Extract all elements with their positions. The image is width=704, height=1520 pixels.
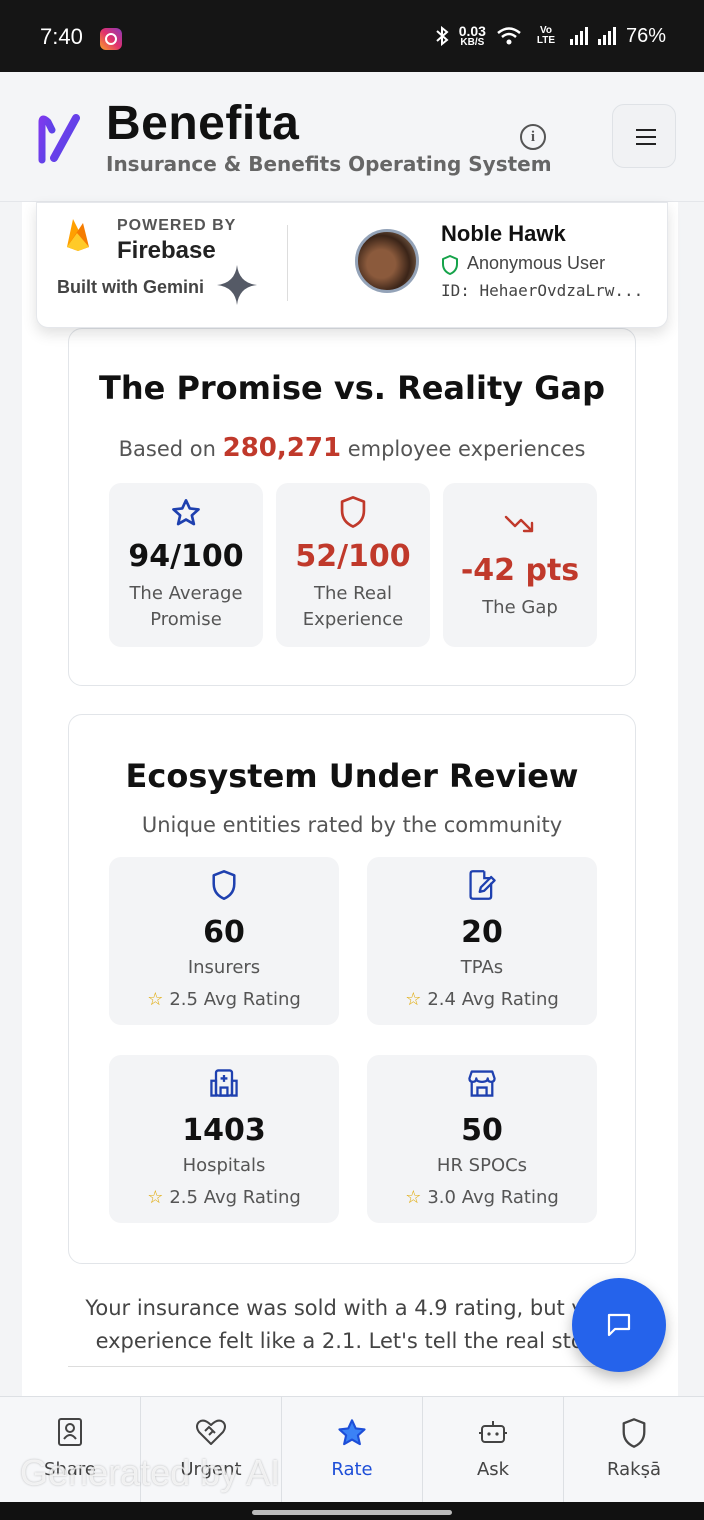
star-icon: ☆ xyxy=(147,989,164,1010)
store-icon xyxy=(468,1070,496,1097)
star-icon: ☆ xyxy=(405,1187,422,1208)
brand-title: Benefita xyxy=(106,97,300,150)
menu-button[interactable] xyxy=(612,104,676,168)
status-bar: 7:40 0.03 KB/S Vo LTE 76% xyxy=(0,0,704,72)
hospitals-tile[interactable]: 1403 Hospitals ☆ 2.5 Avg Rating xyxy=(109,1055,339,1223)
average-promise-tile: 94/100 The Average Promise xyxy=(109,483,263,647)
bot-icon xyxy=(479,1421,507,1443)
home-gesture-bar[interactable] xyxy=(252,1510,452,1515)
chat-fab-button[interactable] xyxy=(572,1278,666,1372)
instagram-notification-icon xyxy=(100,28,122,50)
benefita-logo xyxy=(38,114,80,164)
hamburger-icon xyxy=(636,129,656,131)
tagline-story: Your insurance was sold with a 4.9 ratin… xyxy=(85,1296,619,1353)
shield-check-icon xyxy=(442,255,458,275)
user-name: Noble Hawk xyxy=(441,221,566,246)
eco-card-title: Ecosystem Under Review xyxy=(125,757,579,795)
gap-tile: -42 pts The Gap xyxy=(443,483,597,647)
ai-watermark: Generated by AI xyxy=(20,1452,281,1493)
heart-handshake-icon xyxy=(196,1419,226,1445)
battery-level: 76% xyxy=(625,24,666,47)
firebase-user-popup: POWERED BY Firebase Built with Gemini No… xyxy=(36,202,668,328)
tpas-tile[interactable]: 20 TPAs ☆ 2.4 Avg Rating xyxy=(367,857,597,1025)
experience-count: 280,271 xyxy=(222,433,342,463)
volte-indicator: Vo LTE xyxy=(536,25,556,46)
firebase-label: Firebase xyxy=(117,237,216,264)
trending-down-icon xyxy=(504,515,534,533)
status-icons: 0.03 KB/S Vo LTE 76% xyxy=(435,24,666,48)
built-with-gemini-label: Built with Gemini xyxy=(57,277,204,297)
brand-tagline: Insurance & Benefits Operating System xyxy=(106,152,552,176)
hospital-icon xyxy=(210,1069,238,1097)
gemini-sparkle-icon xyxy=(217,265,257,305)
avatar[interactable] xyxy=(355,229,419,293)
user-id: ID: HehaerOvdzaLrw... xyxy=(441,281,644,300)
shield-icon xyxy=(340,496,366,528)
user-role: Anonymous User xyxy=(467,253,606,273)
hr-spocs-tile[interactable]: 50 HR SPOCs ☆ 3.0 Avg Rating xyxy=(367,1055,597,1223)
tab-rate[interactable]: Rate xyxy=(282,1397,423,1502)
contact-card-icon xyxy=(58,1418,82,1446)
star-icon xyxy=(338,1419,366,1446)
powered-by-label: POWERED BY xyxy=(117,217,237,234)
ecosystem-card: Ecosystem Under Review Unique entities r… xyxy=(68,714,636,1264)
app-header: Benefita Insurance & Benefits Operating … xyxy=(0,72,704,202)
bluetooth-icon xyxy=(436,26,449,46)
divider xyxy=(68,1366,636,1367)
firebase-logo xyxy=(67,219,89,251)
gap-card-subtitle: Based on 280,271 employee experiences xyxy=(118,433,586,463)
shield-icon xyxy=(622,1418,646,1448)
star-icon: ☆ xyxy=(405,989,422,1010)
main-content[interactable]: The Promise vs. Reality Gap Based on 280… xyxy=(0,202,704,1396)
chat-icon xyxy=(607,1313,631,1337)
gap-card-title: The Promise vs. Reality Gap xyxy=(98,369,605,407)
status-time: 7:40 xyxy=(40,24,83,49)
star-icon xyxy=(172,499,200,526)
shield-icon xyxy=(212,870,236,900)
star-icon: ☆ xyxy=(147,1187,164,1208)
promise-gap-card: The Promise vs. Reality Gap Based on 280… xyxy=(68,328,636,686)
net-speed: 0.03 KB/S xyxy=(458,23,486,48)
tab-ask[interactable]: Ask xyxy=(423,1397,564,1502)
signal-icon xyxy=(569,27,588,45)
eco-card-subtitle: Unique entities rated by the community xyxy=(141,813,563,837)
signal-icon-2 xyxy=(597,27,616,45)
tab-raksha[interactable]: Rakṣā xyxy=(564,1397,704,1502)
wifi-icon xyxy=(497,27,521,45)
document-edit-icon xyxy=(469,870,496,900)
insurers-tile[interactable]: 60 Insurers ☆ 2.5 Avg Rating xyxy=(109,857,339,1025)
info-icon[interactable]: i xyxy=(520,124,546,150)
real-experience-tile: 52/100 The Real Experience xyxy=(276,483,430,647)
